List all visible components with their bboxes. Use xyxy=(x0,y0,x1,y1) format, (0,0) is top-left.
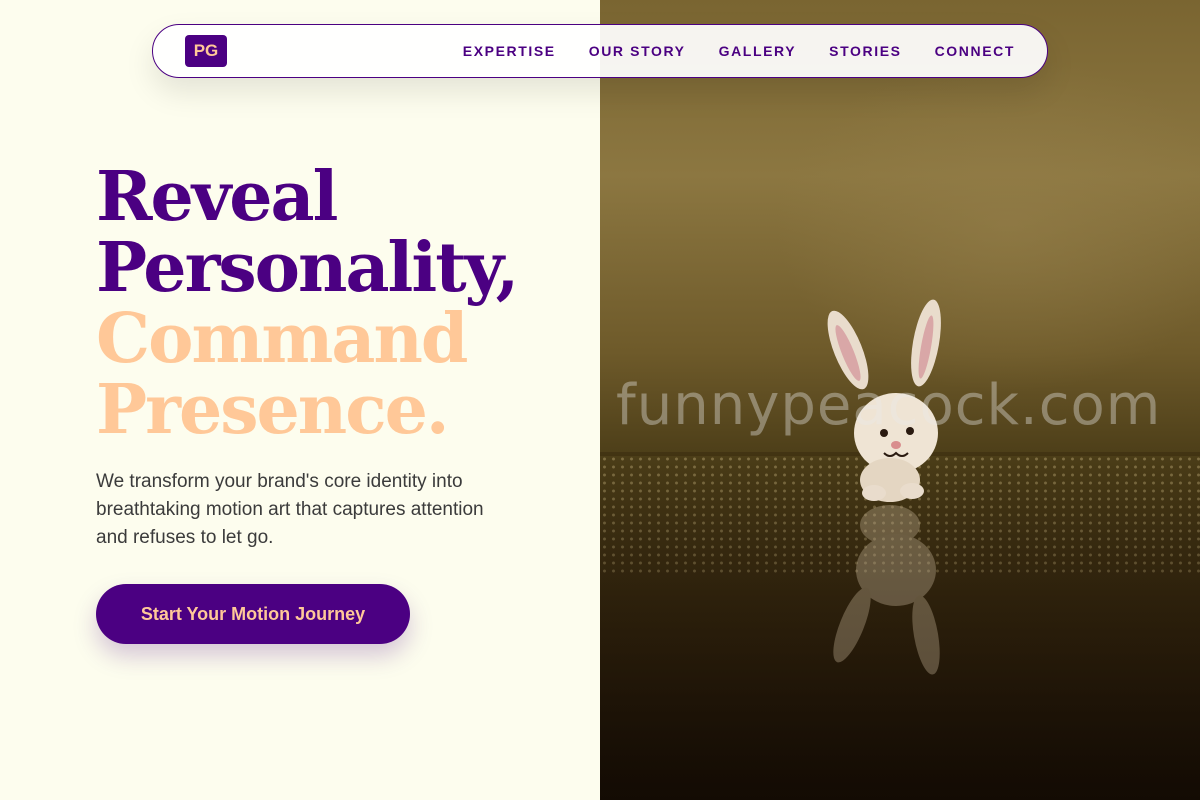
nav-link-expertise[interactable]: EXPERTISE xyxy=(463,43,556,59)
nav-link-gallery[interactable]: GALLERY xyxy=(719,43,797,59)
bunny-reflection xyxy=(833,505,940,675)
nav-link-connect[interactable]: CONNECT xyxy=(935,43,1015,59)
headline-line-personality: Personality, xyxy=(96,228,519,308)
hero-description: We transform your brand's core identity … xyxy=(96,471,484,548)
nav-link-our-story[interactable]: OUR STORY xyxy=(589,43,686,59)
hero-headline: Reveal Personality, Command Presence. xyxy=(96,157,519,450)
logo[interactable]: PG xyxy=(185,35,227,67)
navbar: PG EXPERTISE OUR STORY GALLERY STORIES C… xyxy=(152,24,1048,78)
nav-link-stories[interactable]: STORIES xyxy=(829,43,901,59)
headline-line-presence: Presence. xyxy=(96,370,450,450)
start-journey-button[interactable]: Start Your Motion Journey xyxy=(96,584,410,644)
headline-line-reveal: Reveal xyxy=(96,157,338,237)
nav-links: EXPERTISE OUR STORY GALLERY STORIES CONN… xyxy=(463,25,1015,77)
headline-line-command: Command xyxy=(96,299,468,379)
watermark: funnypeacock.com xyxy=(616,373,1162,438)
